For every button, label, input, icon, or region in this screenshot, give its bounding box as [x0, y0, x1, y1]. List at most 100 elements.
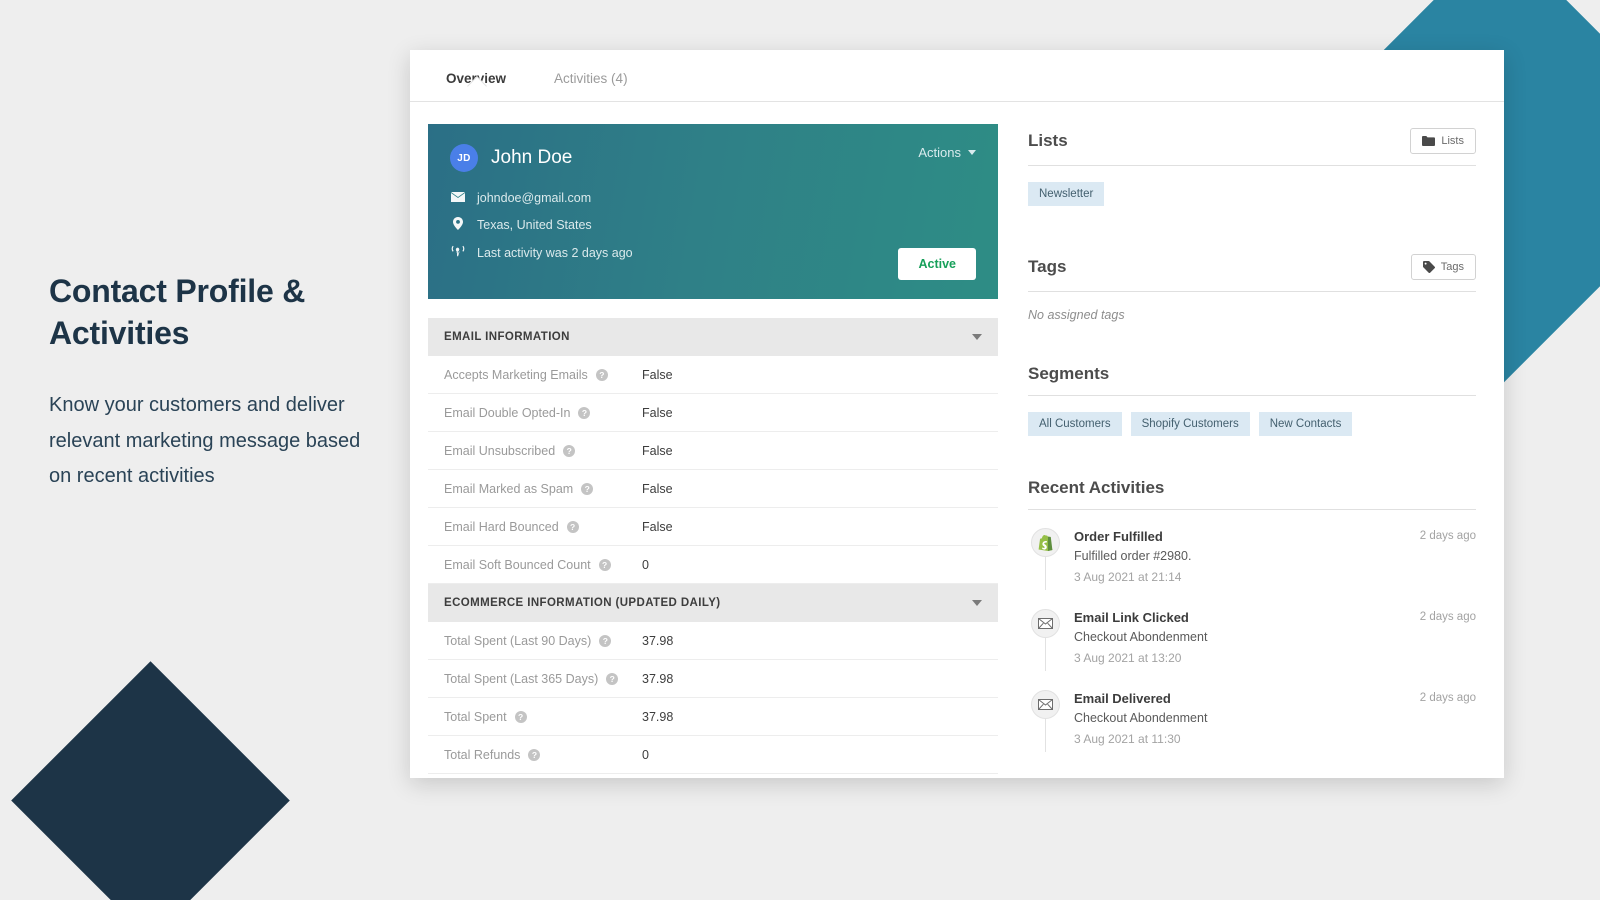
help-icon[interactable]: ?: [599, 635, 611, 647]
row-label: Email Unsubscribed ?: [444, 444, 642, 458]
table-row: Email Double Opted-In ? False: [428, 394, 998, 432]
main-column: JD John Doe Actions johndoe@gmail.com: [428, 124, 998, 778]
tab-overview[interactable]: Overview: [438, 50, 514, 86]
row-value: 37.98: [642, 634, 673, 648]
envelope-icon: [1031, 690, 1060, 719]
meta-row-email: johndoe@gmail.com: [450, 191, 976, 205]
lists-section: Lists Lists Newsletter: [1028, 128, 1476, 206]
help-icon[interactable]: ?: [515, 711, 527, 723]
chevron-down-icon: [972, 600, 982, 606]
activity-title: Email Delivered: [1074, 691, 1420, 706]
list-item[interactable]: Email Delivered Checkout Abondenment 3 A…: [1028, 690, 1476, 771]
contact-email: johndoe@gmail.com: [477, 191, 591, 205]
table-row: Email Marked as Spam ? False: [428, 470, 998, 508]
tag-icon: [1423, 261, 1435, 273]
help-icon[interactable]: ?: [599, 559, 611, 571]
app-window: Overview Activities (4) JD John Doe Acti…: [410, 50, 1504, 778]
segment-item[interactable]: New Contacts: [1259, 412, 1353, 436]
activity-description: Checkout Abondenment: [1074, 711, 1420, 725]
tags-title: Tags: [1028, 257, 1066, 277]
help-icon[interactable]: ?: [578, 407, 590, 419]
activity-description: Checkout Abondenment: [1074, 630, 1420, 644]
actions-label: Actions: [918, 145, 961, 160]
ecommerce-information-header[interactable]: ECOMMERCE INFORMATION (UPDATED DAILY): [428, 584, 998, 622]
row-label: Email Marked as Spam ?: [444, 482, 642, 496]
table-row: Email Soft Bounced Count ? 0: [428, 546, 998, 584]
row-label-text: Accepts Marketing Emails: [444, 368, 588, 382]
row-label-text: Email Unsubscribed: [444, 444, 555, 458]
table-row: Total Spent ? 37.98: [428, 698, 998, 736]
last-activity-text: Last activity was 2 days ago: [477, 246, 633, 260]
row-label: Email Soft Bounced Count ?: [444, 558, 642, 572]
recent-activities-section: Recent Activities: [1028, 478, 1476, 771]
row-label-text: Email Soft Bounced Count: [444, 558, 591, 572]
help-icon[interactable]: ?: [567, 521, 579, 533]
row-label-text: Total Spent: [444, 710, 507, 724]
list-item[interactable]: Email Link Clicked Checkout Abondenment …: [1028, 609, 1476, 690]
row-label: Email Double Opted-In ?: [444, 406, 642, 420]
help-icon[interactable]: ?: [606, 673, 618, 685]
email-information-header[interactable]: EMAIL INFORMATION: [428, 318, 998, 356]
help-icon[interactable]: ?: [563, 445, 575, 457]
decorative-navy-diamond: [11, 661, 290, 900]
contact-name: John Doe: [491, 147, 572, 169]
activity-body: Email Delivered Checkout Abondenment 3 A…: [1062, 690, 1420, 746]
folder-icon: [1422, 136, 1435, 146]
actions-dropdown[interactable]: Actions: [918, 145, 976, 160]
timeline-connector: [1045, 557, 1046, 590]
contact-profile-card: JD John Doe Actions johndoe@gmail.com: [428, 124, 998, 299]
activity-relative-time: 2 days ago: [1420, 528, 1476, 584]
lists-header: Lists Lists: [1028, 128, 1476, 166]
profile-meta-list: johndoe@gmail.com Texas, United States: [450, 191, 976, 260]
profile-header: JD John Doe: [450, 144, 976, 172]
promo-copy: Contact Profile & Activities Know your c…: [49, 270, 379, 494]
row-label-text: Email Hard Bounced: [444, 520, 559, 534]
segment-item[interactable]: Shopify Customers: [1131, 412, 1250, 436]
help-icon[interactable]: ?: [596, 369, 608, 381]
chevron-down-icon: [972, 334, 982, 340]
avatar: JD: [450, 144, 478, 172]
row-label-text: Email Marked as Spam: [444, 482, 573, 496]
row-label-text: Total Spent (Last 365 Days): [444, 672, 598, 686]
meta-row-location: Texas, United States: [450, 217, 976, 233]
row-value: False: [642, 406, 673, 420]
activity-icon-wrap: [1028, 690, 1062, 746]
row-label: Total Spent (Last 365 Days) ?: [444, 672, 642, 686]
table-row: Accepts Marketing Emails ? False: [428, 356, 998, 394]
activity-title: Order Fulfilled: [1074, 529, 1420, 544]
manage-tags-label: Tags: [1441, 261, 1464, 273]
help-icon[interactable]: ?: [528, 749, 540, 761]
segments-pill-row: All Customers Shopify Customers New Cont…: [1028, 396, 1476, 436]
activity-relative-time: 2 days ago: [1420, 609, 1476, 665]
table-row: Total Spent (Last 90 Days) ? 37.98: [428, 622, 998, 660]
status-badge[interactable]: Active: [898, 248, 976, 280]
activity-body: Email Link Clicked Checkout Abondenment …: [1062, 609, 1420, 665]
segments-section: Segments All Customers Shopify Customers…: [1028, 364, 1476, 436]
row-label-text: Total Spent (Last 90 Days): [444, 634, 591, 648]
row-label-text: Total Refunds: [444, 748, 520, 762]
help-icon[interactable]: ?: [581, 483, 593, 495]
tab-bar: Overview Activities (4): [410, 50, 1504, 102]
list-item[interactable]: Order Fulfilled Fulfilled order #2980. 3…: [1028, 528, 1476, 609]
location-pin-icon: [450, 217, 465, 233]
timeline-connector: [1045, 638, 1046, 671]
timeline-connector: [1045, 719, 1046, 752]
row-value: 0: [642, 748, 649, 762]
segments-header: Segments: [1028, 364, 1476, 396]
manage-lists-label: Lists: [1441, 135, 1464, 147]
spacer: [1028, 214, 1476, 254]
segment-item[interactable]: All Customers: [1028, 412, 1122, 436]
page-description: Know your customers and deliver relevant…: [49, 388, 379, 494]
envelope-icon: [450, 191, 465, 205]
tab-activities[interactable]: Activities (4): [546, 50, 636, 86]
envelope-icon: [1031, 609, 1060, 638]
activity-timestamp: 3 Aug 2021 at 11:30: [1074, 732, 1420, 746]
list-item[interactable]: Newsletter: [1028, 182, 1104, 206]
manage-lists-button[interactable]: Lists: [1410, 128, 1476, 154]
meta-row-last-activity: Last activity was 2 days ago: [450, 245, 976, 260]
row-label: Accepts Marketing Emails ?: [444, 368, 642, 382]
table-row: Email Unsubscribed ? False: [428, 432, 998, 470]
activity-title: Email Link Clicked: [1074, 610, 1420, 625]
manage-tags-button[interactable]: Tags: [1411, 254, 1476, 280]
activity-signal-icon: [450, 245, 465, 260]
